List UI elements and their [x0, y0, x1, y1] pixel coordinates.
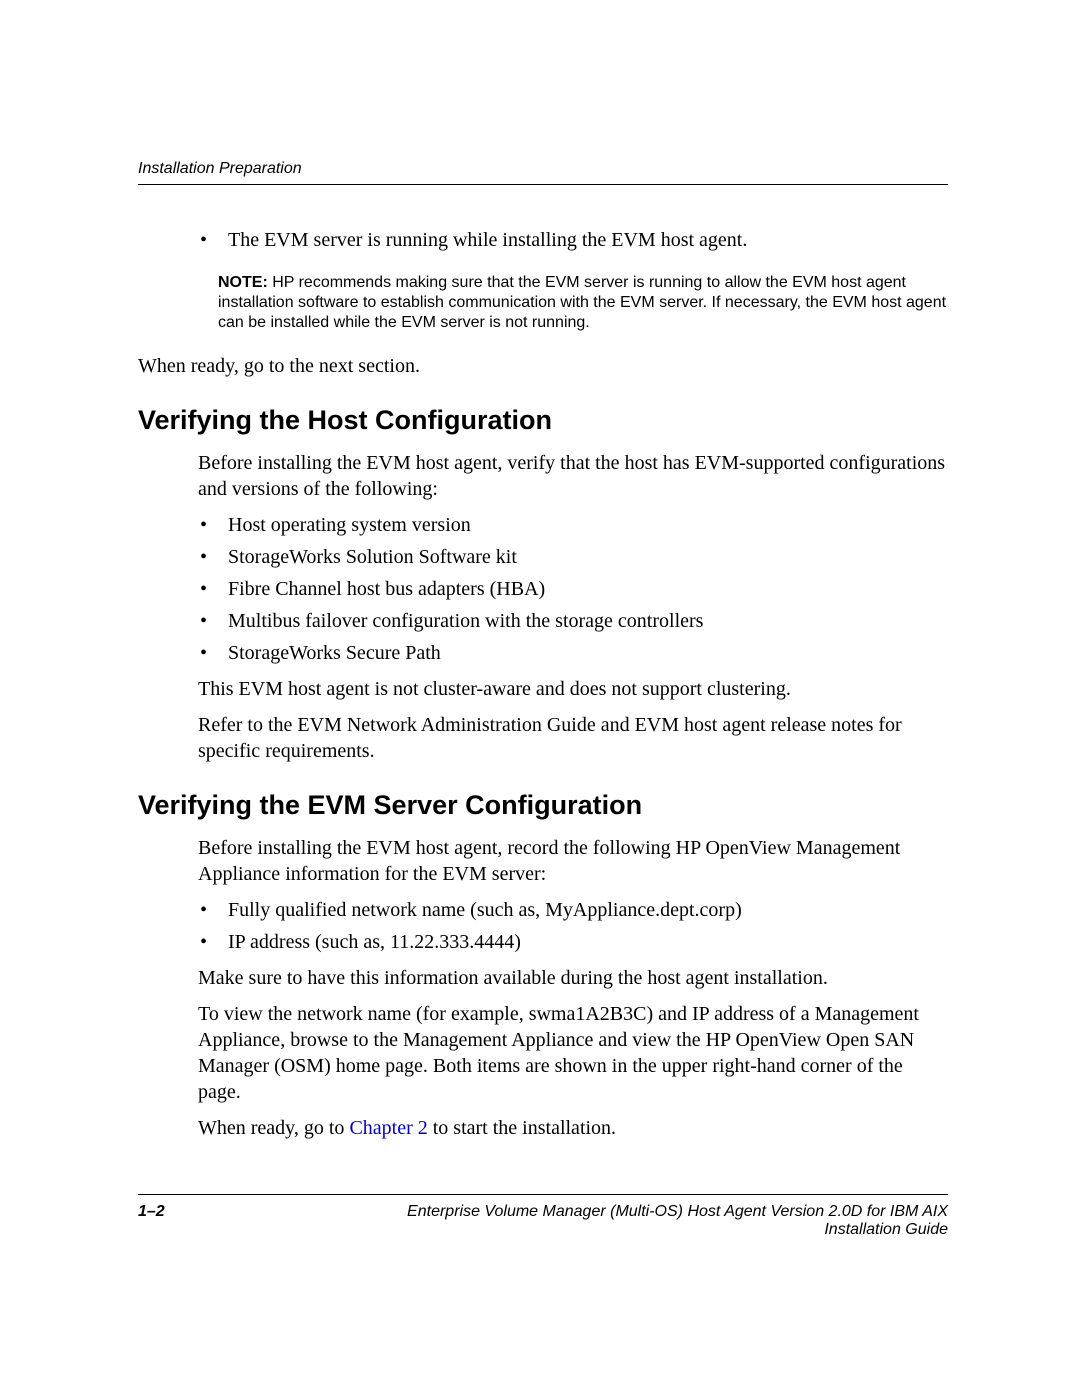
paragraph: Before installing the EVM host agent, ve… — [198, 450, 948, 502]
bullet-text: Fully qualified network name (such as, M… — [228, 897, 948, 923]
list-item: •IP address (such as, 11.22.333.4444) — [198, 929, 948, 955]
list-item: •Fully qualified network name (such as, … — [198, 897, 948, 923]
note-body: HP recommends making sure that the EVM s… — [218, 274, 946, 331]
intro-block: • The EVM server is running while instal… — [198, 227, 948, 253]
list-item: •StorageWorks Solution Software kit — [198, 544, 948, 570]
paragraph: Refer to the EVM Network Administration … — [198, 712, 948, 764]
bullet-icon: • — [198, 897, 228, 923]
paragraph: Before installing the EVM host agent, re… — [198, 835, 948, 887]
bullet-icon: • — [198, 544, 228, 570]
note-block: NOTE: HP recommends making sure that the… — [218, 273, 948, 333]
bullet-text: StorageWorks Secure Path — [228, 640, 948, 666]
list-item: •StorageWorks Secure Path — [198, 640, 948, 666]
bullet-icon: • — [198, 929, 228, 955]
page-body: Installation Preparation • The EVM serve… — [138, 160, 948, 1151]
bullet-icon: • — [198, 576, 228, 602]
doc-title: Enterprise Volume Manager (Multi-OS) Hos… — [165, 1203, 948, 1239]
paragraph: When ready, go to the next section. — [138, 353, 948, 379]
running-header: Installation Preparation — [138, 160, 948, 185]
paragraph: Make sure to have this information avail… — [198, 965, 948, 991]
bullet-icon: • — [198, 512, 228, 538]
host-config-list: •Host operating system version •StorageW… — [198, 512, 948, 666]
text-run: to start the installation. — [428, 1117, 616, 1139]
heading-verify-server: Verifying the EVM Server Configuration — [138, 790, 948, 821]
paragraph: When ready, go to Chapter 2 to start the… — [198, 1115, 948, 1141]
bullet-text: The EVM server is running while installi… — [228, 227, 948, 253]
note-label: NOTE: — [218, 274, 272, 291]
text-run: When ready, go to — [198, 1117, 349, 1139]
doc-title-line2: Installation Guide — [165, 1221, 948, 1239]
bullet-text: Host operating system version — [228, 512, 948, 538]
bullet-icon: • — [198, 608, 228, 634]
paragraph: This EVM host agent is not cluster-aware… — [198, 676, 948, 702]
bullet-text: Multibus failover configuration with the… — [228, 608, 948, 634]
paragraph: To view the network name (for example, s… — [198, 1001, 948, 1105]
bullet-icon: • — [198, 227, 228, 253]
list-item: •Multibus failover configuration with th… — [198, 608, 948, 634]
bullet-text: Fibre Channel host bus adapters (HBA) — [228, 576, 948, 602]
heading-verify-host: Verifying the Host Configuration — [138, 405, 948, 436]
list-item: •Host operating system version — [198, 512, 948, 538]
page-number: 1–2 — [138, 1203, 165, 1239]
server-config-list: •Fully qualified network name (such as, … — [198, 897, 948, 955]
doc-title-line1: Enterprise Volume Manager (Multi-OS) Hos… — [407, 1203, 948, 1220]
list-item: • The EVM server is running while instal… — [198, 227, 948, 253]
page-footer: 1–2 Enterprise Volume Manager (Multi-OS)… — [138, 1194, 948, 1239]
bullet-icon: • — [198, 640, 228, 666]
bullet-text: IP address (such as, 11.22.333.4444) — [228, 929, 948, 955]
chapter-2-link[interactable]: Chapter 2 — [349, 1117, 427, 1139]
bullet-text: StorageWorks Solution Software kit — [228, 544, 948, 570]
list-item: •Fibre Channel host bus adapters (HBA) — [198, 576, 948, 602]
